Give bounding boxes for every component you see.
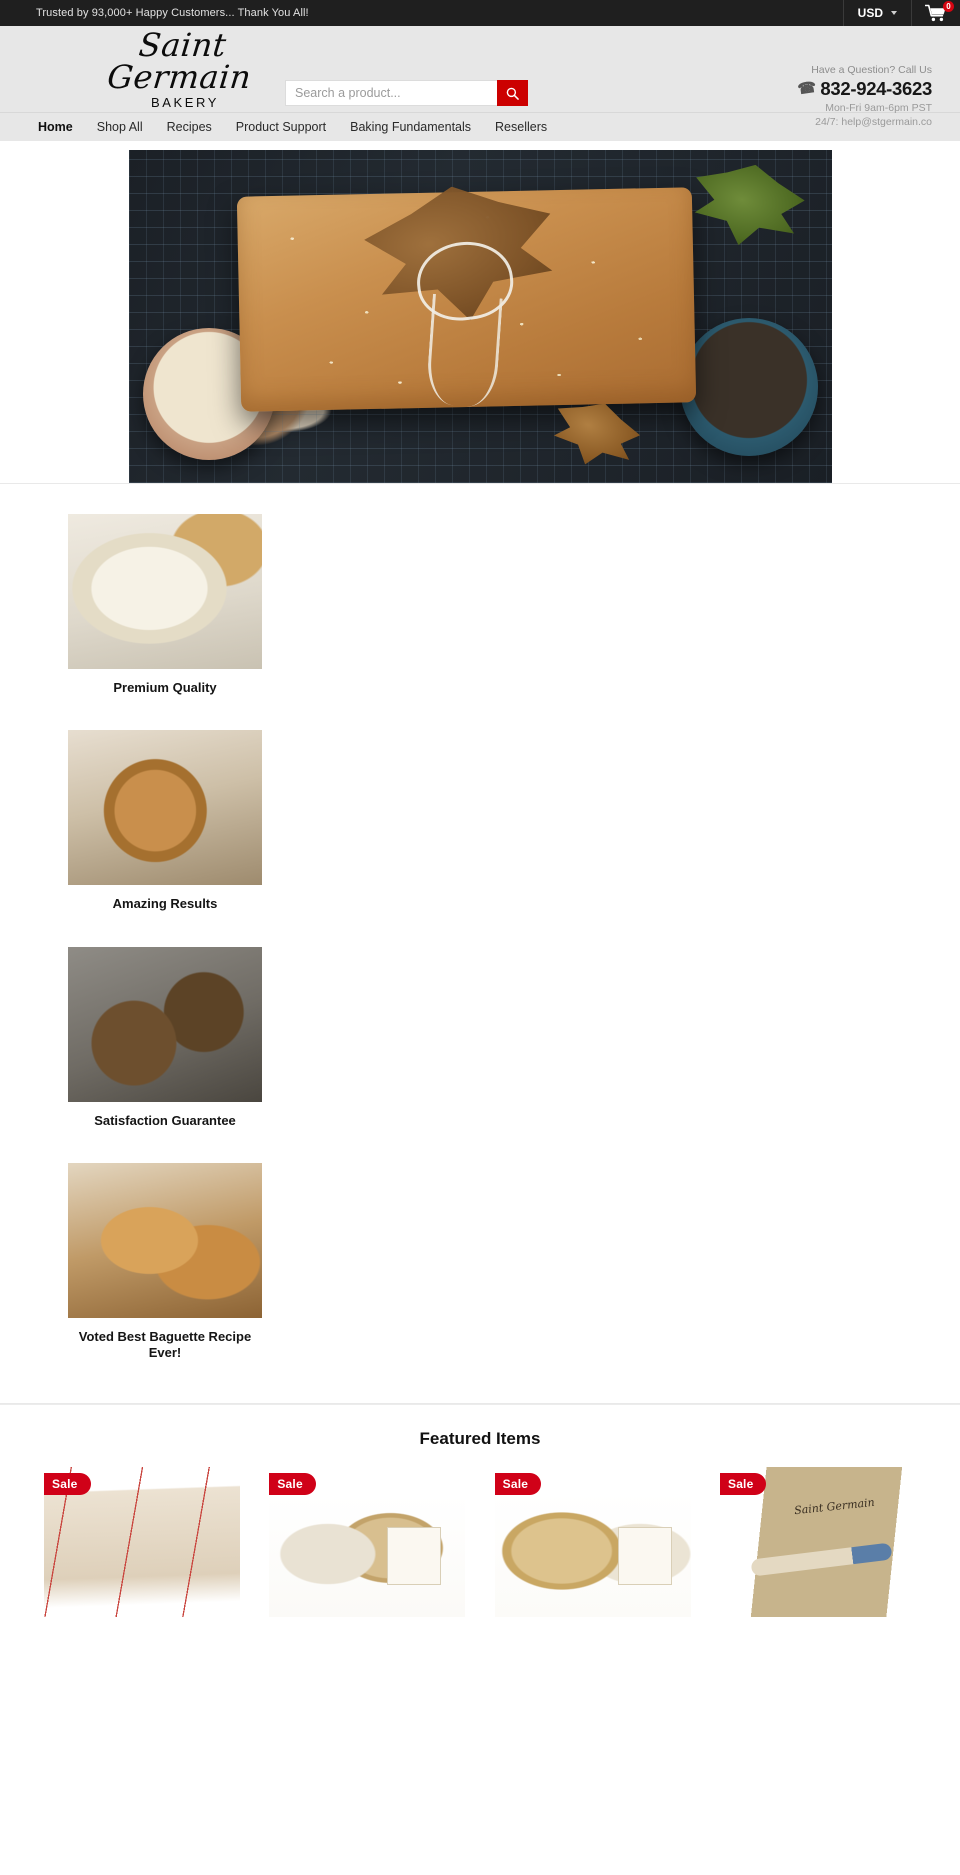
product-image-round-banneton[interactable]: Sale xyxy=(269,1467,466,1618)
product-brand-mark: Saint Germain xyxy=(793,1496,876,1518)
logo-subtitle-text: BAKERY xyxy=(150,95,220,110)
feature-label[interactable]: Satisfaction Guarantee xyxy=(68,1113,262,1129)
announcement-bar: Trusted by 93,000+ Happy Customers... Th… xyxy=(0,0,960,26)
nav-item-product-support[interactable]: Product Support xyxy=(236,120,326,134)
cart-button[interactable]: 0 xyxy=(912,0,960,26)
contact-phone[interactable]: ☎ 832-924-3623 xyxy=(796,78,932,100)
product-image-oval-banneton[interactable]: Sale xyxy=(494,1467,691,1618)
hero-banner-image[interactable] xyxy=(128,150,832,483)
sale-badge: Sale xyxy=(494,1473,542,1496)
contact-phone-number: 832-924-3623 xyxy=(820,78,932,100)
contact-email: 24/7: help@stgermain.co xyxy=(815,116,932,129)
cart-count-badge: 0 xyxy=(943,1,954,12)
hero-section xyxy=(0,141,960,484)
nav-item-recipes[interactable]: Recipes xyxy=(167,120,212,134)
nav-item-resellers[interactable]: Resellers xyxy=(495,120,547,134)
search-button[interactable] xyxy=(497,80,528,106)
features-section: Premium Quality Amazing Results Satisfac… xyxy=(0,484,960,1405)
site-logo[interactable]: Saint Germain BAKERY xyxy=(0,26,300,110)
search-input[interactable] xyxy=(285,80,497,106)
seed-bowl-right xyxy=(679,318,818,456)
feature-image-premium-quality[interactable] xyxy=(68,514,262,669)
feature-label[interactable]: Voted Best Baguette Recipe Ever! xyxy=(68,1329,262,1362)
contact-question: Have a Question? Call Us xyxy=(811,64,932,76)
product-card[interactable]: Sale xyxy=(494,1467,691,1618)
product-packaging xyxy=(618,1527,673,1586)
feature-image-best-baguette[interactable] xyxy=(68,1162,262,1318)
feature-image-satisfaction-guarantee[interactable] xyxy=(68,946,262,1102)
nav-item-baking-fundamentals[interactable]: Baking Fundamentals xyxy=(350,120,471,134)
site-header: Saint Germain BAKERY Have a Question? Ca… xyxy=(0,26,960,128)
featured-items-title: Featured Items xyxy=(419,1429,541,1449)
feature-block: Satisfaction Guarantee xyxy=(68,946,262,1129)
currency-label: USD xyxy=(857,6,883,20)
product-card[interactable]: Sale xyxy=(269,1467,466,1618)
logo-script-text: Saint Germain xyxy=(105,26,254,96)
sale-badge: Sale xyxy=(269,1473,316,1496)
announcement-actions: USD 0 xyxy=(842,0,960,26)
phone-icon: ☎ xyxy=(796,78,818,99)
sale-badge: Sale xyxy=(719,1473,767,1496)
featured-items-section: Featured Items Sale Sale Sale Sale Saint… xyxy=(0,1404,960,1618)
nav-item-shop-all[interactable]: Shop All xyxy=(97,120,143,134)
contact-hours: Mon-Fri 9am-6pm PST xyxy=(825,102,932,115)
nav-item-home[interactable]: Home xyxy=(38,120,73,134)
contact-block: Have a Question? Call Us ☎ 832-924-3623 … xyxy=(796,64,932,129)
feature-block: Voted Best Baguette Recipe Ever! xyxy=(68,1162,262,1362)
currency-selector[interactable]: USD xyxy=(842,0,912,26)
sale-badge: Sale xyxy=(44,1473,91,1496)
feature-block: Amazing Results xyxy=(68,730,262,912)
product-card[interactable]: Sale xyxy=(44,1467,240,1618)
chevron-down-icon xyxy=(891,11,897,15)
product-grid: Sale Sale Sale Sale Saint Germain xyxy=(0,1467,960,1618)
product-packaging xyxy=(386,1527,441,1586)
feature-image-amazing-results[interactable] xyxy=(68,730,262,886)
feature-label[interactable]: Amazing Results xyxy=(68,896,262,912)
feature-label[interactable]: Premium Quality xyxy=(68,680,262,696)
feature-block: Premium Quality xyxy=(68,514,262,696)
search-icon xyxy=(506,87,519,100)
product-image-bread-lame[interactable]: Sale Saint Germain xyxy=(719,1467,916,1618)
product-card[interactable]: Sale Saint Germain xyxy=(719,1467,916,1618)
search-bar xyxy=(285,80,528,106)
announcement-message: Trusted by 93,000+ Happy Customers... Th… xyxy=(36,7,309,19)
product-image-couche[interactable]: Sale xyxy=(44,1467,240,1618)
